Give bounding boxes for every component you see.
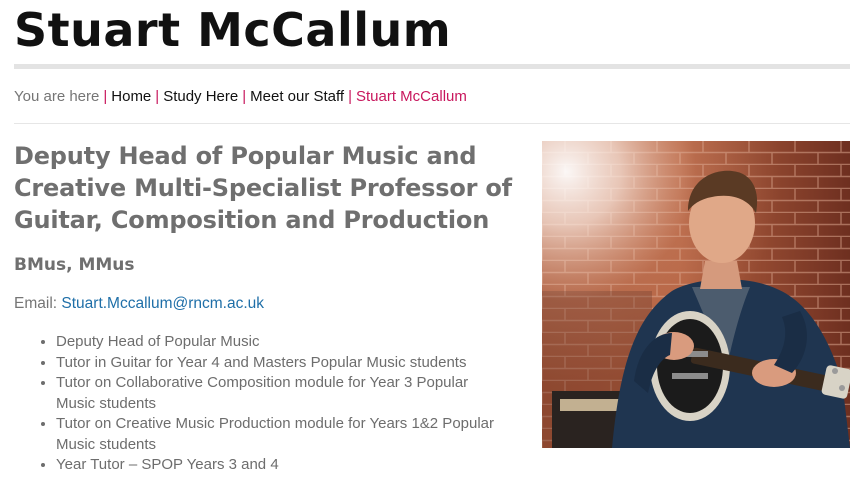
breadcrumb-prefix: You are here bbox=[14, 88, 100, 105]
breadcrumb-separator: | bbox=[242, 88, 247, 105]
breadcrumb-separator: | bbox=[155, 88, 160, 105]
duties-list: Deputy Head of Popular Music Tutor in Gu… bbox=[14, 332, 529, 476]
breadcrumb-link-home[interactable]: Home bbox=[111, 88, 151, 105]
page-container: Stuart McCallum You are here | Home | Study … bbox=[14, 0, 851, 476]
title-divider bbox=[14, 64, 850, 69]
role-title: Deputy Head of Popular Music and Creativ… bbox=[14, 142, 512, 234]
breadcrumb-link-meet-our-staff[interactable]: Meet our Staff bbox=[250, 88, 344, 105]
breadcrumb-separator: | bbox=[348, 88, 352, 105]
breadcrumb: You are here | Home | Study Here | Meet our St… bbox=[14, 87, 851, 107]
breadcrumb-separator: | bbox=[103, 88, 108, 105]
breadcrumb-link-study-here[interactable]: Study Here bbox=[163, 88, 238, 105]
list-item: Deputy Head of Popular Music bbox=[56, 332, 511, 353]
breadcrumb-current: Stuart McCallum bbox=[356, 88, 467, 105]
list-item: Tutor on Collaborative Composition modul… bbox=[56, 373, 511, 414]
profile-photo bbox=[542, 141, 850, 448]
degrees: BMus, MMus bbox=[14, 255, 135, 275]
list-item: Tutor on Creative Music Production modul… bbox=[56, 414, 511, 455]
guitarist-photo-illustration bbox=[542, 141, 850, 448]
page-title: Stuart McCallum bbox=[14, 3, 452, 57]
email-line: Email: Stuart.Mccallum@rncm.ac.uk bbox=[14, 294, 529, 314]
profile-content: Deputy Head of Popular Music and Creativ… bbox=[14, 140, 851, 476]
profile-text-column: Deputy Head of Popular Music and Creativ… bbox=[14, 140, 529, 476]
list-item: Tutor in Guitar for Year 4 and Masters P… bbox=[56, 353, 511, 374]
email-link[interactable]: Stuart.Mccallum@rncm.ac.uk bbox=[61, 295, 264, 312]
list-item: Year Tutor – SPOP Years 3 and 4 bbox=[56, 455, 511, 476]
email-label: Email: bbox=[14, 295, 58, 312]
content-divider bbox=[14, 123, 850, 124]
